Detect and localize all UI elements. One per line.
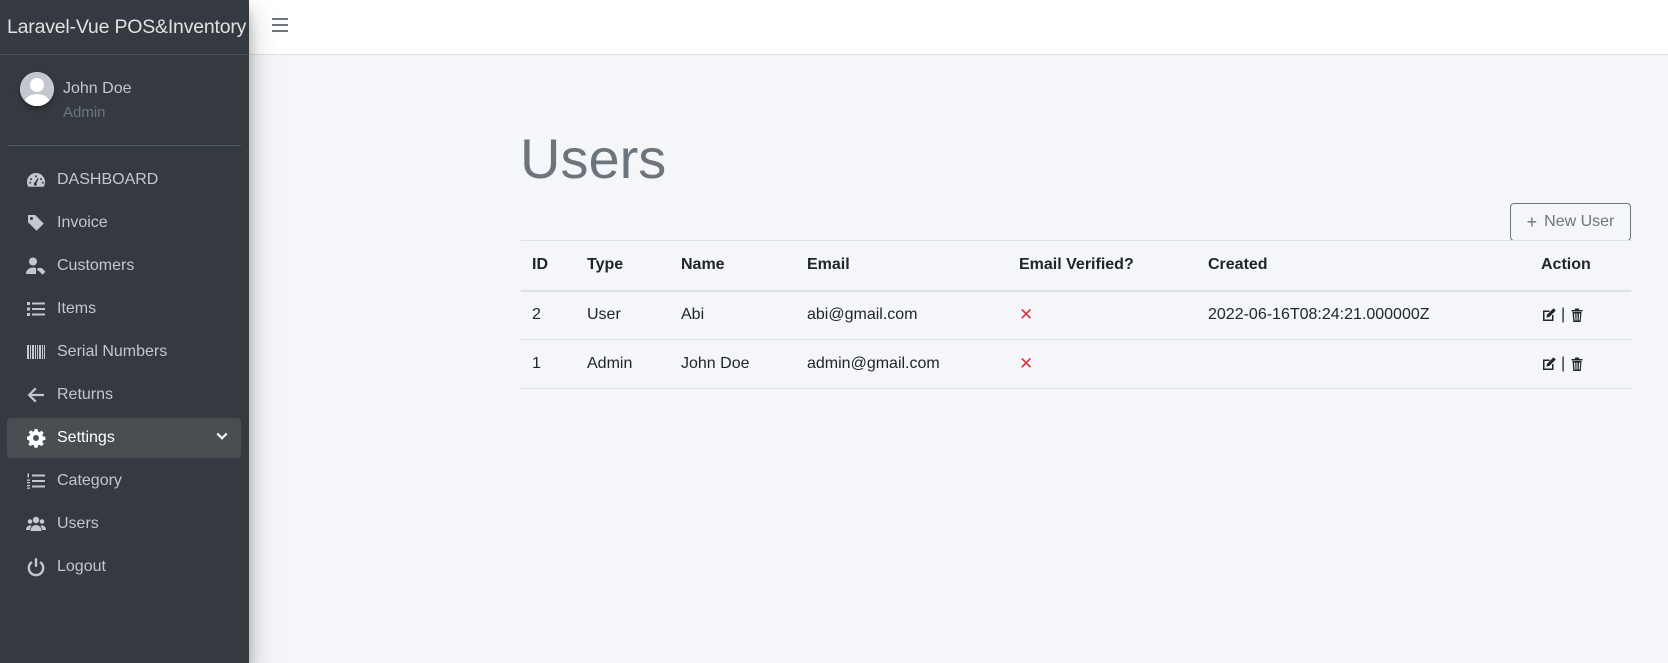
cell-id: 2 [521,290,576,340]
sidebar-item-label: Logout [57,558,106,575]
sidebar-item-serial-numbers[interactable]: Serial Numbers [7,332,241,372]
sidebar-item-label: DASHBOARD [57,171,159,188]
action-separator: | [1561,306,1566,324]
sidebar-item-logout[interactable]: Logout [7,547,241,587]
column-header-email-verified: Email Verified? [1008,240,1197,292]
x-mark-icon: ✕ [1019,305,1034,325]
cell-type: User [576,290,670,340]
sidebar-item-users[interactable]: Users [7,504,241,544]
list-icon [26,299,46,319]
new-user-button[interactable]: + New User [1510,203,1631,241]
sidebar-item-label: Invoice [57,214,108,231]
cell-name: Abi [670,290,796,340]
cell-type: Admin [576,339,670,389]
list-ol-icon [26,471,46,491]
gear-icon [26,428,46,448]
brand-title[interactable]: Laravel-Vue POS&Inventory [0,0,249,55]
power-icon [26,557,46,577]
chevron-down-icon[interactable] [215,430,229,444]
avatar[interactable] [20,72,54,106]
cell-id: 1 [521,339,576,389]
sidebar-item-customers[interactable]: Customers [7,246,241,286]
column-header-type: Type [576,240,670,292]
user-panel: John Doe Admin [8,55,241,146]
users-table: ID Type Name Email Email Verified? Creat… [521,240,1631,389]
cell-email: admin@gmail.com [796,339,1008,389]
edit-icon[interactable] [1541,307,1557,323]
page-title: Users [520,127,667,190]
user-tag-icon [26,256,46,276]
plus-icon: + [1526,212,1538,232]
x-mark-icon: ✕ [1019,354,1034,373]
sidebar-item-dashboard[interactable]: DASHBOARD [7,160,241,200]
sidebar-item-label: Settings [57,429,115,446]
arrow-left-icon [26,385,46,405]
sidebar-item-returns[interactable]: Returns [7,375,241,415]
column-header-name: Name [670,240,796,292]
sidebar-item-category[interactable]: Category [7,461,241,501]
users-icon [26,514,46,534]
cell-action: | [1530,339,1631,389]
action-separator: | [1561,355,1566,372]
sidebar-item-settings[interactable]: Settings [7,418,241,458]
cell-verified: ✕ [1008,290,1197,340]
edit-icon[interactable] [1541,356,1557,372]
cell-name: John Doe [670,339,796,389]
column-header-email: Email [796,240,1008,292]
sidebar-item-items[interactable]: Items [7,289,241,329]
sidebar: Laravel-Vue POS&Inventory John Doe Admin… [0,0,249,663]
sidebar-item-label: Category [57,472,122,489]
column-header-created: Created [1197,240,1530,292]
trash-icon[interactable] [1569,356,1585,372]
sidebar-item-label: Serial Numbers [57,343,168,360]
user-role: Admin [63,104,106,121]
sidebar-item-label: Returns [57,386,114,403]
dashboard-icon [26,170,46,190]
cell-created: 2022-06-16T08:24:21.000000Z [1197,290,1530,340]
sidebar-item-label: Customers [57,257,135,274]
column-header-action: Action [1530,240,1631,292]
table-row: 2 User Abi abi@gmail.com ✕ 2022-06-16T08… [521,290,1631,340]
trash-icon[interactable] [1569,307,1585,323]
table-row: 1 Admin John Doe admin@gmail.com ✕ | [521,339,1631,389]
sidebar-item-label: Items [57,300,97,317]
cell-verified: ✕ [1008,339,1197,389]
barcode-icon [26,342,46,362]
sidebar-nav: DASHBOARD Invoice Customers Items Serial… [7,160,241,590]
sidebar-item-label: Users [57,515,99,532]
sidebar-item-invoice[interactable]: Invoice [7,203,241,243]
tag-icon [26,213,46,233]
top-navbar [249,0,1668,55]
cell-action: | [1530,290,1631,340]
table-header-row: ID Type Name Email Email Verified? Creat… [521,240,1631,292]
menu-toggle-icon[interactable] [272,18,288,36]
cell-email: abi@gmail.com [796,290,1008,340]
cell-created [1197,339,1530,389]
new-user-button-label: New User [1544,213,1615,230]
column-header-id: ID [521,240,576,292]
user-name[interactable]: John Doe [63,80,132,98]
